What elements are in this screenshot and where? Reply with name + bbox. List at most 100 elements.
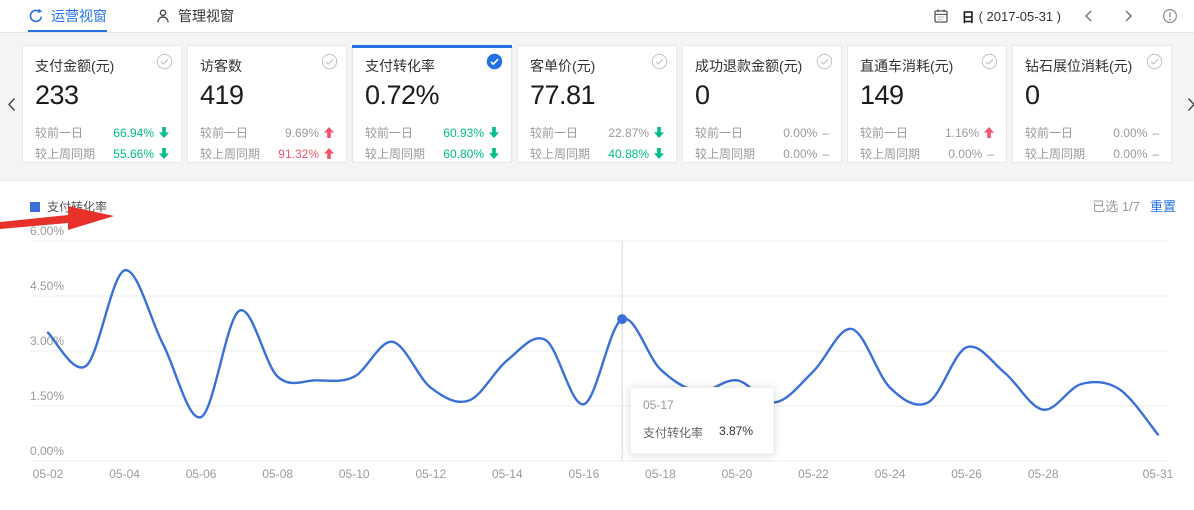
delta-value: 60.93% [443,126,484,140]
delta-label: 较上周同期 [35,145,113,162]
tab-management-view[interactable]: 管理视窗 [155,0,234,32]
delta-label: 较前一日 [35,124,113,141]
metric-card-2[interactable]: 支付转化率 0.72% 较前一日 60.93% 较上周同期 60.80% [352,45,512,163]
red-arrow-annotation [0,201,120,241]
calendar-icon[interactable] [933,8,949,24]
metric-check-icon[interactable] [651,53,668,70]
delta-value: 40.88% [608,147,649,161]
date-range: ( 2017-05-31 ) [979,9,1061,24]
metric-card-4[interactable]: 成功退款金额(元) 0 较前一日 0.00% – 较上周同期 0.00% – [682,45,842,163]
delta-label: 较上周同期 [860,145,948,162]
svg-text:05-16: 05-16 [569,467,600,481]
reset-link[interactable]: 重置 [1150,199,1176,214]
conversion-line [48,270,1158,434]
delta-label: 较上周同期 [365,145,443,162]
up-arrow-icon [984,127,994,138]
delta-value: 1.16% [945,126,979,140]
no-change-dash: – [822,147,829,161]
metric-title: 客单价(元) [530,56,664,76]
delta-row: 较上周同期 0.00% – [695,143,829,164]
delta-label: 较前一日 [860,124,945,141]
conversion-trend-chart[interactable]: 6.00%4.50%3.00%1.50%0.00%05-0205-0405-06… [0,181,1194,509]
tab-management-label: 管理视窗 [178,6,234,26]
delta-value: 0.00% [948,147,982,161]
svg-text:05-26: 05-26 [951,467,982,481]
date-picker[interactable]: 日 ( 2017-05-31 ) [962,7,1061,26]
delta-row: 较上周同期 55.66% [35,143,169,164]
metric-card-6[interactable]: 钻石展位消耗(元) 0 较前一日 0.00% – 较上周同期 0.00% – [1012,45,1172,163]
metric-deltas: 较前一日 1.16% 较上周同期 0.00% – [860,122,994,164]
metric-deltas: 较前一日 0.00% – 较上周同期 0.00% – [695,122,829,164]
delta-value: 0.00% [1113,147,1147,161]
metric-title: 成功退款金额(元) [695,56,829,76]
metric-card-5[interactable]: 直通车消耗(元) 149 较前一日 1.16% 较上周同期 0.00% – [847,45,1007,163]
metric-check-icon[interactable] [816,53,833,70]
metric-check-icon[interactable] [981,53,998,70]
chart-tooltip: 05-17 支付转化率 3.87% [630,387,774,454]
delta-row: 较前一日 22.87% [530,122,664,143]
delta-value: 66.94% [113,126,154,140]
date-next-button[interactable] [1115,9,1143,23]
metric-check-icon[interactable] [321,53,338,70]
svg-text:05-28: 05-28 [1028,467,1059,481]
metric-card-3[interactable]: 客单价(元) 77.81 较前一日 22.87% 较上周同期 40.88% [517,45,677,163]
metric-value: 0.72% [365,80,499,111]
tab-operations-view[interactable]: 运营视窗 [28,0,107,32]
svg-text:0.00%: 0.00% [30,444,64,458]
metric-check-icon[interactable] [1146,53,1163,70]
delta-row: 较前一日 9.69% [200,122,334,143]
metric-card-0[interactable]: 支付金额(元) 233 较前一日 66.94% 较上周同期 55.66% [22,45,182,163]
cards-scroll-right-button[interactable] [1185,95,1194,113]
y-axis-labels: 6.00%4.50%3.00%1.50%0.00% [30,224,64,458]
delta-label: 较上周同期 [200,145,278,162]
delta-value: 0.00% [783,147,817,161]
no-change-dash: – [1152,126,1159,140]
metric-title: 支付转化率 [365,56,499,76]
down-arrow-icon [654,127,664,138]
tooltip-series-label: 支付转化率 [643,424,703,441]
metric-deltas: 较前一日 66.94% 较上周同期 55.66% [35,122,169,164]
metric-check-icon[interactable] [486,53,503,70]
svg-text:05-20: 05-20 [722,467,753,481]
x-axis-labels: 05-0205-0405-0605-0805-1005-1205-1405-16… [33,467,1174,481]
delta-row: 较前一日 66.94% [35,122,169,143]
delta-label: 较前一日 [1025,124,1113,141]
metric-title: 钻石展位消耗(元) [1025,56,1159,76]
svg-text:05-12: 05-12 [415,467,446,481]
metric-cards: 支付金额(元) 233 较前一日 66.94% 较上周同期 55.66% 访客数… [22,45,1172,163]
nav-tabs: 运营视窗 管理视窗 [28,0,234,32]
delta-row: 较上周同期 91.32% [200,143,334,164]
operations-view-icon [28,8,44,24]
delta-row: 较上周同期 0.00% – [1025,143,1159,164]
nav-right: 日 ( 2017-05-31 ) [933,0,1178,32]
delta-label: 较上周同期 [530,145,608,162]
metric-deltas: 较前一日 0.00% – 较上周同期 0.00% – [1025,122,1159,164]
svg-text:1.50%: 1.50% [30,389,64,403]
info-icon[interactable] [1162,8,1178,24]
delta-row: 较前一日 0.00% – [695,122,829,143]
metric-check-icon[interactable] [156,53,173,70]
delta-row: 较上周同期 60.80% [365,143,499,164]
delta-label: 较上周同期 [695,145,783,162]
svg-text:05-10: 05-10 [339,467,370,481]
delta-row: 较上周同期 40.88% [530,143,664,164]
delta-row: 较前一日 1.16% [860,122,994,143]
metric-value: 0 [695,80,829,111]
metric-title: 支付金额(元) [35,56,169,76]
cards-scroll-left-button[interactable] [5,95,17,113]
delta-label: 较前一日 [695,124,783,141]
metric-value: 149 [860,80,994,111]
metric-deltas: 较前一日 9.69% 较上周同期 91.32% [200,122,334,164]
delta-label: 较前一日 [530,124,608,141]
metric-value: 419 [200,80,334,111]
metric-value: 77.81 [530,80,664,111]
highlight-dot [617,314,627,324]
down-arrow-icon [159,127,169,138]
date-prev-button[interactable] [1074,9,1102,23]
delta-label: 较上周同期 [1025,145,1113,162]
metric-card-1[interactable]: 访客数 419 较前一日 9.69% 较上周同期 91.32% [187,45,347,163]
down-arrow-icon [654,148,664,159]
svg-text:05-08: 05-08 [262,467,293,481]
date-granularity: 日 [962,7,975,26]
tooltip-value: 3.87% [719,424,753,441]
